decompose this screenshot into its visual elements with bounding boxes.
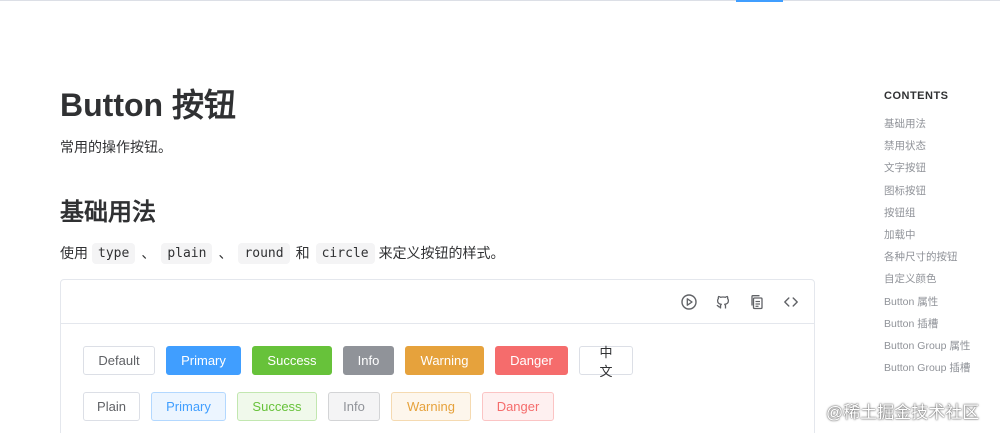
plain-warning-button[interactable]: Warning (391, 392, 471, 421)
code-circle: circle (315, 242, 375, 264)
code-round: round (238, 242, 290, 264)
toc-item-button-group[interactable]: 按钮组 (884, 202, 1000, 224)
usage-prefix: 使用 (60, 245, 88, 261)
plain-button[interactable]: Plain (83, 392, 140, 421)
demo-toolbar (61, 280, 814, 324)
plain-success-button[interactable]: Success (237, 392, 317, 421)
default-button[interactable]: Default (83, 346, 155, 375)
toc-item-icon-button[interactable]: 图标按钮 (884, 180, 1000, 202)
code-plain: plain (161, 242, 213, 264)
usage-description: 使用 type 、 plain 、 round 和 circle 来定义按钮的样… (60, 240, 505, 266)
toc-item-custom-color[interactable]: 自定义颜色 (884, 268, 1000, 290)
separator: 、 (218, 245, 233, 261)
watermark: @稀土掘金技术社区 (826, 403, 980, 422)
plain-danger-button[interactable]: Danger (482, 392, 554, 421)
copy-icon[interactable] (748, 293, 766, 311)
page-description: 常用的操作按钮。 (60, 139, 172, 155)
demo-block: Default Primary Success Info Warning Dan… (60, 279, 815, 433)
toc-item-button-props[interactable]: Button 属性 (884, 291, 1000, 313)
toc-item-group-props[interactable]: Button Group 属性 (884, 335, 1000, 357)
active-nav-indicator (736, 0, 783, 2)
warning-button[interactable]: Warning (405, 346, 484, 375)
primary-button[interactable]: Primary (166, 346, 241, 375)
plain-info-button[interactable]: Info (328, 392, 380, 421)
toc-item-group-slots[interactable]: Button Group 插槽 (884, 357, 1000, 379)
button-row-default: Default Primary Success Info Warning Dan… (83, 345, 633, 379)
danger-button[interactable]: Danger (495, 346, 568, 375)
chinese-button[interactable]: 中文 (579, 345, 633, 379)
toc-item-disabled[interactable]: 禁用状态 (884, 135, 1000, 157)
usage-suffix: 来定义按钮的样式。 (378, 245, 505, 261)
play-circle-icon[interactable] (680, 293, 698, 311)
success-button[interactable]: Success (252, 346, 332, 375)
toc-item-text-button[interactable]: 文字按钮 (884, 157, 1000, 179)
usage-and: 和 (295, 245, 310, 261)
plain-primary-button[interactable]: Primary (151, 392, 226, 421)
table-of-contents: CONTENTS 基础用法 禁用状态 文字按钮 图标按钮 按钮组 加载中 各种尺… (884, 90, 1000, 379)
toc-item-sizes[interactable]: 各种尺寸的按钮 (884, 246, 1000, 268)
top-border (0, 0, 1000, 1)
button-row-plain: Plain Primary Success Info Warning Dange… (83, 392, 554, 421)
separator: 、 (141, 245, 156, 261)
page-title: Button 按钮 (60, 87, 236, 123)
code-icon[interactable] (782, 293, 800, 311)
toc-list: 基础用法 禁用状态 文字按钮 图标按钮 按钮组 加载中 各种尺寸的按钮 自定义颜… (884, 113, 1000, 379)
toc-item-button-slots[interactable]: Button 插槽 (884, 313, 1000, 335)
section-title: 基础用法 (60, 199, 156, 226)
toc-item-basic[interactable]: 基础用法 (884, 113, 1000, 135)
toc-heading: CONTENTS (884, 90, 949, 102)
toc-item-loading[interactable]: 加载中 (884, 224, 1000, 246)
info-button[interactable]: Info (343, 346, 394, 375)
code-type: type (92, 242, 136, 264)
github-icon[interactable] (714, 293, 732, 311)
